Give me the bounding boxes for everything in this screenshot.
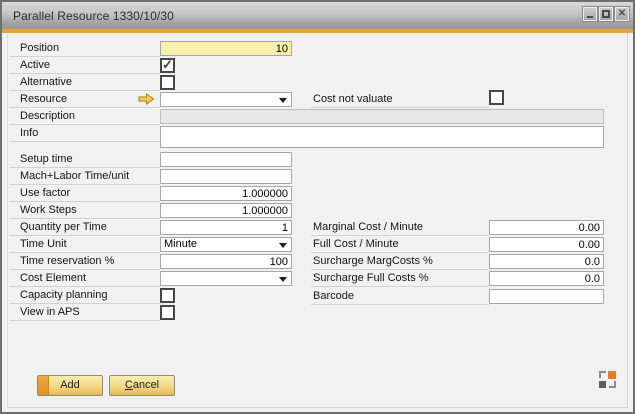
setup-time-input[interactable] [160, 152, 292, 167]
barcode-label: Barcode [311, 289, 489, 305]
info-input[interactable] [160, 126, 604, 148]
dialog-window: Parallel Resource 1330/10/30 ✕ Position … [0, 0, 635, 414]
cost-element-dropdown[interactable] [160, 271, 292, 286]
titlebar: Parallel Resource 1330/10/30 ✕ [2, 2, 633, 29]
view-in-aps-checkbox[interactable] [160, 305, 175, 320]
cost-not-valuate-label: Cost not valuate [311, 92, 489, 108]
corner-square-dark [599, 381, 606, 388]
work-steps-input[interactable] [160, 203, 292, 218]
quantity-per-time-label: Quantity per Time [10, 220, 160, 236]
cost-element-label: Cost Element [10, 271, 160, 287]
position-label: Position [10, 41, 160, 57]
quantity-per-time-input[interactable] [160, 220, 292, 235]
link-arrow-icon[interactable] [138, 93, 155, 105]
use-factor-input[interactable] [160, 186, 292, 201]
surcharge-fullcosts-input[interactable] [489, 271, 604, 286]
alternative-label: Alternative [10, 75, 160, 91]
time-unit-label: Time Unit [10, 237, 160, 253]
marginal-cost-label: Marginal Cost / Minute [311, 220, 489, 236]
maximize-button[interactable] [599, 7, 613, 21]
cancel-button[interactable]: Cancel [109, 375, 175, 396]
mach-labor-input[interactable] [160, 169, 292, 184]
chevron-down-icon [279, 98, 287, 103]
work-steps-label: Work Steps [10, 203, 160, 219]
add-button[interactable]: Add [37, 375, 103, 396]
cancel-button-label: Cancel [125, 379, 159, 391]
surcharge-fullcosts-label: Surcharge Full Costs % [311, 271, 489, 287]
window-controls: ✕ [583, 7, 629, 21]
full-cost-label: Full Cost / Minute [311, 237, 489, 253]
full-cost-input[interactable] [489, 237, 604, 252]
chevron-down-icon [279, 277, 287, 282]
capacity-planning-checkbox[interactable] [160, 288, 175, 303]
resource-dropdown[interactable] [160, 92, 292, 107]
capacity-planning-label: Capacity planning [10, 288, 160, 304]
description-label: Description [10, 109, 160, 125]
form-content: Position Active ✓ Alternative Resource C… [2, 33, 633, 412]
corner-square-orange [608, 371, 616, 379]
time-unit-value: Minute [164, 238, 197, 250]
close-button[interactable]: ✕ [615, 7, 629, 21]
window-title: Parallel Resource 1330/10/30 [13, 9, 174, 23]
surcharge-margcosts-label: Surcharge MargCosts % [311, 254, 489, 270]
setup-time-label: Setup time [10, 152, 160, 168]
view-in-aps-label: View in APS [10, 305, 160, 321]
corner-bracket-topleft [599, 371, 606, 378]
info-label: Info [10, 126, 160, 142]
active-label: Active [10, 58, 160, 74]
chevron-down-icon [279, 243, 287, 248]
surcharge-margcosts-input[interactable] [489, 254, 604, 269]
minimize-icon [587, 16, 593, 18]
close-icon: ✕ [618, 9, 626, 19]
mach-labor-label: Mach+Labor Time/unit [10, 169, 160, 185]
use-factor-label: Use factor [10, 186, 160, 202]
time-reservation-label: Time reservation % [10, 254, 160, 270]
time-reservation-input[interactable] [160, 254, 292, 269]
expand-form-icon[interactable] [599, 371, 616, 388]
alternative-checkbox[interactable] [160, 75, 175, 90]
default-button-marker [38, 376, 49, 395]
check-icon: ✓ [162, 57, 173, 72]
active-checkbox[interactable]: ✓ [160, 58, 175, 73]
position-input[interactable] [160, 41, 292, 56]
barcode-input[interactable] [489, 289, 604, 304]
minimize-button[interactable] [583, 7, 597, 21]
add-button-label: Add [60, 379, 80, 391]
description-input [160, 109, 604, 124]
time-unit-dropdown[interactable]: Minute [160, 237, 292, 252]
marginal-cost-input[interactable] [489, 220, 604, 235]
cost-not-valuate-checkbox[interactable] [489, 90, 504, 105]
maximize-icon [602, 10, 610, 18]
corner-bracket-bottomright [609, 381, 616, 388]
